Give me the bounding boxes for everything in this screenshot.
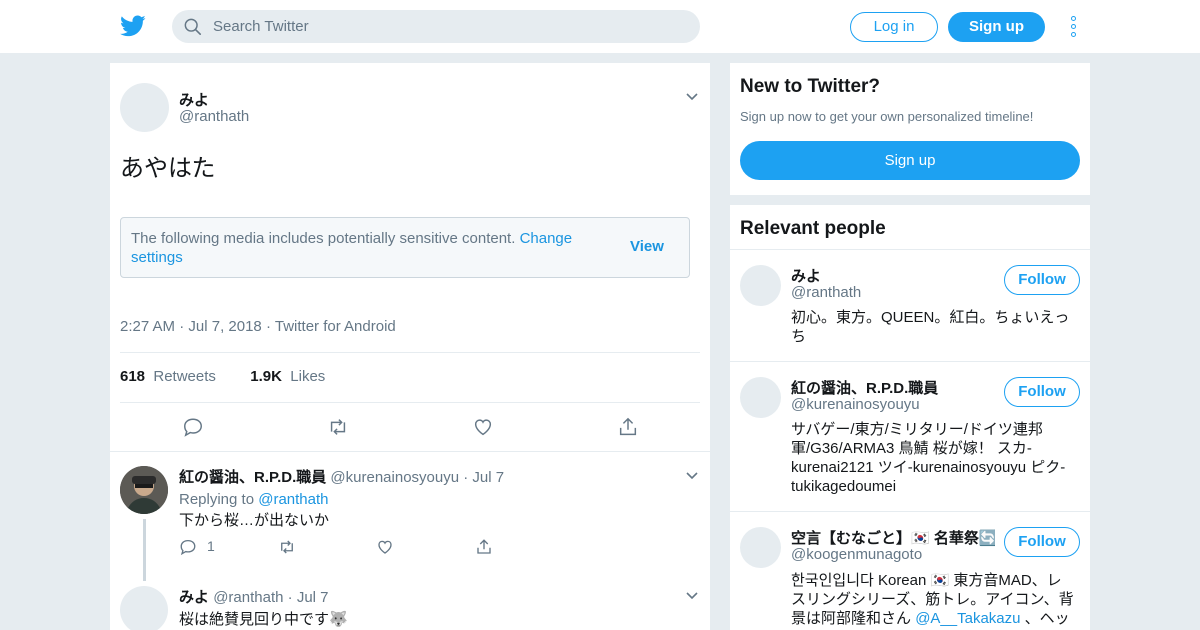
avatar[interactable] <box>740 527 781 568</box>
divider <box>120 352 700 353</box>
sensitive-notice-text: The following media includes potentially… <box>131 229 601 267</box>
view-button[interactable]: View <box>630 238 664 255</box>
module-subtitle: Sign up now to get your own personalized… <box>740 109 1034 124</box>
reply-header: 紅の醤油、R.P.D.職員 @kurenainosyouyu · Jul 7 <box>179 469 505 486</box>
chevron-down-icon[interactable] <box>686 472 698 480</box>
tweet-stats: 618 Retweets 1.9K Likes <box>120 368 325 385</box>
reply-author-name[interactable]: 紅の醤油、R.P.D.職員 <box>179 469 326 486</box>
reply-author-handle[interactable]: @ranthath <box>213 589 283 606</box>
reply-icon[interactable] <box>182 416 204 438</box>
avatar[interactable] <box>120 586 168 630</box>
like-icon[interactable] <box>376 538 394 556</box>
retweet-icon[interactable] <box>327 416 349 438</box>
tweet-author-name[interactable]: みよ <box>179 89 209 110</box>
tweet-metadata: 2:27 AM · Jul 7, 2018 · Twitter for Andr… <box>120 318 396 335</box>
top-bar: Search Twitter Log in Sign up <box>0 0 1200 54</box>
divider <box>120 402 700 403</box>
person-name[interactable]: 空言【むなごと】🇰🇷 名華祭🔄 <box>791 527 995 548</box>
person-handle[interactable]: @kurenainosyouyu <box>791 396 920 413</box>
follow-button[interactable]: Follow <box>1004 527 1080 557</box>
avatar[interactable] <box>120 83 169 132</box>
person-bio: 한국인입니다 Korean 🇰🇷 東方音MAD、レスリングシリーズ、筋トレ。アイ… <box>791 572 1074 627</box>
reply-icon[interactable] <box>179 538 197 556</box>
reply-date[interactable]: Jul 7 <box>297 589 329 606</box>
person-handle[interactable]: @ranthath <box>791 284 861 301</box>
tweet-source: Twitter for Android <box>274 318 396 335</box>
retweet-icon[interactable] <box>278 538 296 556</box>
reply-author-handle[interactable]: @kurenainosyouyu <box>330 469 459 486</box>
sidebar-signup-button[interactable]: Sign up <box>740 141 1080 180</box>
chevron-down-icon[interactable] <box>686 93 698 101</box>
bio-mention-link[interactable]: @A__Takakazu <box>915 610 1020 627</box>
avatar[interactable] <box>120 466 168 514</box>
retweets-stat[interactable]: 618 Retweets <box>120 368 216 385</box>
twitter-bird-icon[interactable] <box>120 13 146 39</box>
sensitive-media-notice: The following media includes potentially… <box>120 217 690 278</box>
signup-button[interactable]: Sign up <box>948 12 1045 42</box>
person-bio: サバゲー/東方/ミリタリー/ドイツ連邦軍/G36/ARMA3 鳥鯖 桜が嫁！ ス… <box>791 421 1066 495</box>
reply-text: 桜は絶賛見回り中です🐺 <box>179 611 348 628</box>
search-icon <box>184 18 202 36</box>
login-button[interactable]: Log in <box>850 12 938 42</box>
likes-stat[interactable]: 1.9K Likes <box>250 368 325 385</box>
reply-date[interactable]: Jul 7 <box>472 469 504 486</box>
share-icon[interactable] <box>617 416 639 438</box>
signup-module: New to Twitter? Sign up now to get your … <box>730 63 1090 195</box>
follow-button[interactable]: Follow <box>1004 265 1080 295</box>
divider <box>730 249 1090 250</box>
avatar[interactable] <box>740 265 781 306</box>
divider <box>730 511 1090 512</box>
search-input[interactable]: Search Twitter <box>213 18 309 35</box>
replying-to-link[interactable]: @ranthath <box>258 491 328 508</box>
module-title: Relevant people <box>740 218 886 239</box>
person-name[interactable]: 紅の醤油、R.P.D.職員 <box>791 377 995 398</box>
share-icon[interactable] <box>475 538 493 556</box>
replying-to: Replying to @ranthath <box>179 491 329 508</box>
like-icon[interactable] <box>472 416 494 438</box>
person-name[interactable]: みよ <box>791 265 995 286</box>
relevant-people-module: Relevant people みよ @ranthath Follow 初心。東… <box>730 205 1090 630</box>
person-bio: 初心。東方。QUEEN。紅白。ちょいえっち <box>791 309 1070 345</box>
reply-count: 1 <box>207 538 215 554</box>
reply-header: みよ @ranthath · Jul 7 <box>179 589 329 606</box>
reply-author-name[interactable]: みよ <box>179 589 209 606</box>
follow-button[interactable]: Follow <box>1004 377 1080 407</box>
tweet-text: あやはた <box>120 155 216 182</box>
tweet-permalink: みよ @ranthath あやはた The following media in… <box>110 63 710 630</box>
reply-text: 下から桜…が出ないか <box>179 512 330 529</box>
avatar[interactable] <box>740 377 781 418</box>
module-title: New to Twitter? <box>740 76 881 97</box>
divider <box>730 361 1090 362</box>
person-handle[interactable]: @koogenmunagoto <box>791 546 922 563</box>
divider <box>110 451 710 452</box>
sensitive-message: The following media includes potentially… <box>131 230 516 247</box>
thread-line <box>143 519 146 581</box>
tweet-date: Jul 7, 2018 <box>188 318 262 335</box>
tweet-time: 2:27 AM <box>120 318 176 335</box>
more-menu-icon[interactable] <box>1070 16 1078 38</box>
tweet-author-handle[interactable]: @ranthath <box>179 108 249 125</box>
search-box[interactable]: Search Twitter <box>172 10 700 43</box>
chevron-down-icon[interactable] <box>686 592 698 600</box>
